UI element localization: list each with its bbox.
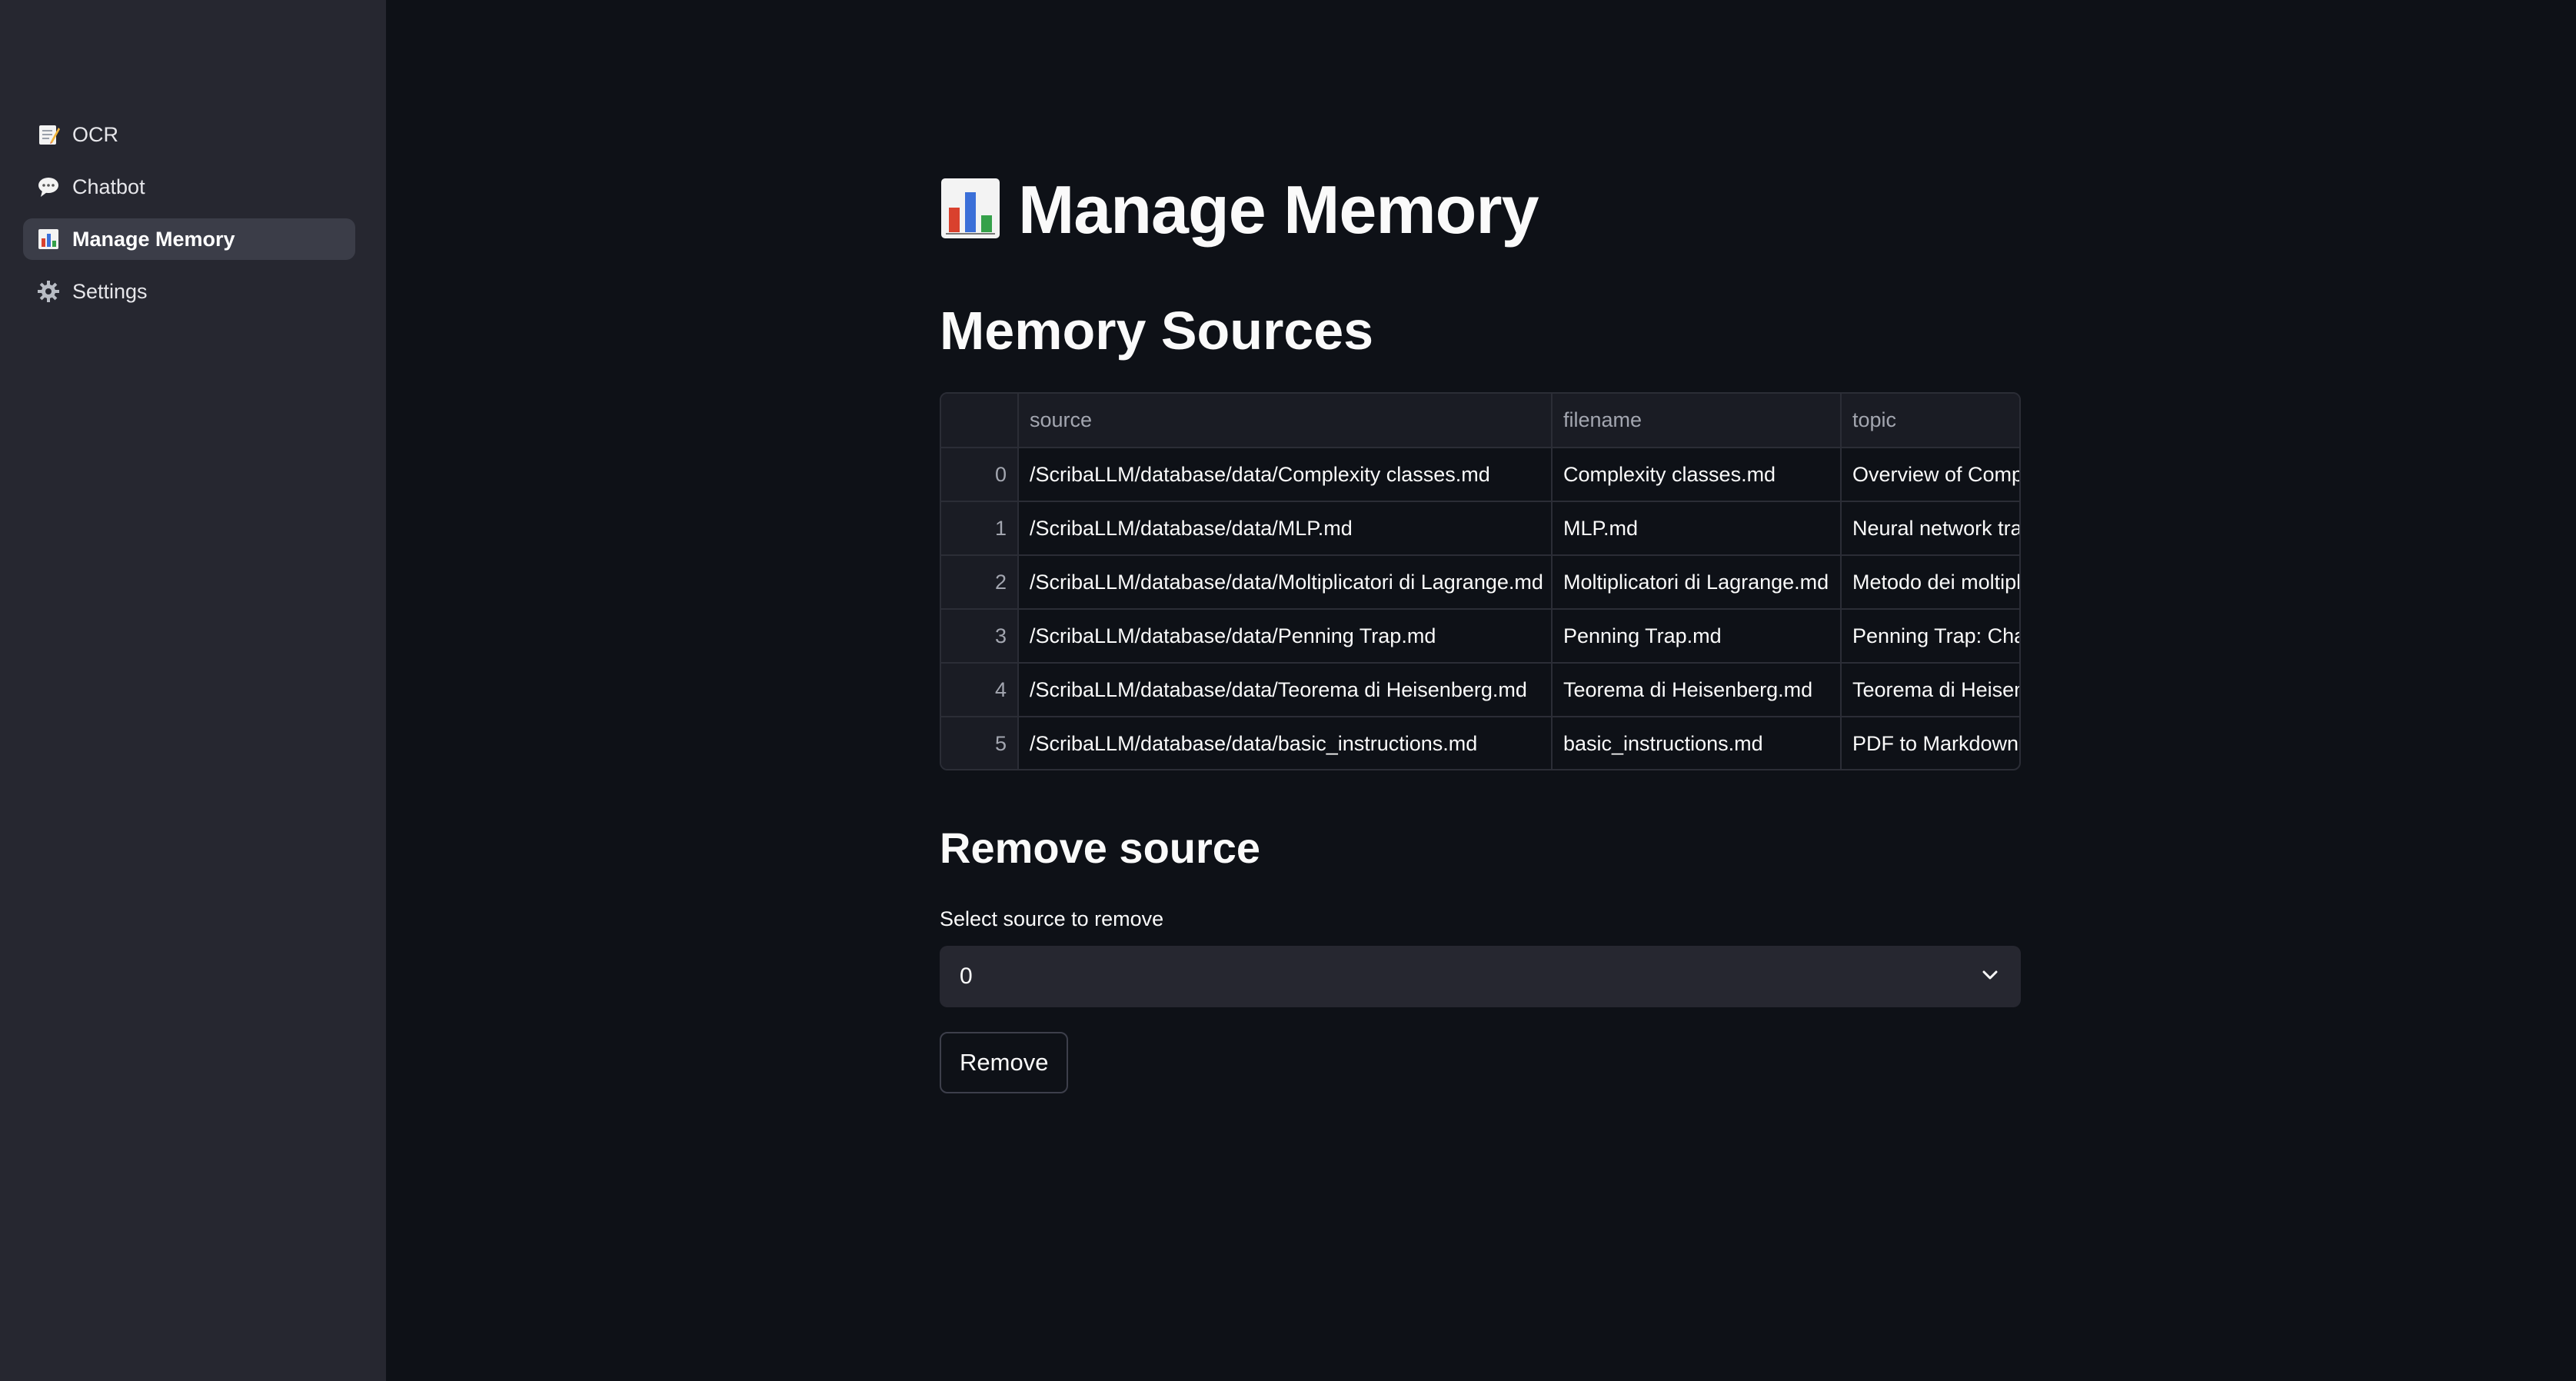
table-row: 5 /ScribaLLM/database/data/basic_instruc… [941,717,2019,769]
sidebar-nav: OCR Chatbot Manage Memory Settings [23,114,355,323]
table-row: 1 /ScribaLLM/database/data/MLP.md MLP.md… [941,501,2019,556]
page-title-text: Manage Memory [1018,171,1539,248]
sidebar-item-manage-memory[interactable]: Manage Memory [23,218,355,260]
memo-icon [35,121,62,148]
table-header-row: source filename topic [941,394,2019,448]
source-select[interactable]: 0 [940,946,2021,1007]
row-index[interactable]: 3 [941,609,1019,664]
row-index[interactable]: 0 [941,448,1019,502]
bar-chart-icon [940,175,1018,245]
remove-source-heading: Remove source [940,824,1261,872]
cell-source[interactable]: /ScribaLLM/database/data/Teorema di Heis… [1018,663,1553,717]
column-header-topic[interactable]: topic [1841,394,2019,448]
chevron-down-icon [1979,964,2001,990]
select-value: 0 [960,963,973,989]
sidebar-item-label: Chatbot [72,175,145,198]
bar-chart-icon [35,226,62,252]
row-index[interactable]: 1 [941,501,1019,556]
column-header-source[interactable]: source [1018,394,1553,448]
cell-source[interactable]: /ScribaLLM/database/data/basic_instructi… [1018,717,1553,769]
table-row: 3 /ScribaLLM/database/data/Penning Trap.… [941,609,2019,664]
row-index[interactable]: 2 [941,555,1019,610]
cell-source[interactable]: /ScribaLLM/database/data/Complexity clas… [1018,448,1553,502]
cell-topic[interactable]: Neural network tra [1841,501,2019,556]
cell-filename[interactable]: basic_instructions.md [1552,717,1842,769]
sidebar-item-ocr[interactable]: OCR [23,114,355,155]
select-source-label: Select source to remove [940,907,1164,930]
gear-icon [35,278,62,304]
speech-bubble-icon [35,174,62,200]
sources-table[interactable]: source filename topic 0 /ScribaLLM/datab… [940,392,2021,770]
sidebar: OCR Chatbot Manage Memory Settings [0,0,386,1381]
table-row: 2 /ScribaLLM/database/data/Moltiplicator… [941,555,2019,610]
table-row: 0 /ScribaLLM/database/data/Complexity cl… [941,448,2019,502]
cell-topic[interactable]: Teorema di Heisen [1841,663,2019,717]
cell-source[interactable]: /ScribaLLM/database/data/MLP.md [1018,501,1553,556]
cell-topic[interactable]: Penning Trap: Char [1841,609,2019,664]
cell-source[interactable]: /ScribaLLM/database/data/Penning Trap.md [1018,609,1553,664]
remove-button[interactable]: Remove [940,1032,1069,1093]
cell-source[interactable]: /ScribaLLM/database/data/Moltiplicatori … [1018,555,1553,610]
sidebar-item-label: Settings [72,279,148,303]
sidebar-item-label: Manage Memory [72,227,235,251]
cell-topic[interactable]: Overview of Compu [1841,448,2019,502]
app-root: OCR Chatbot Manage Memory Settings Manag… [0,0,2576,1381]
row-index[interactable]: 4 [941,663,1019,717]
row-index[interactable]: 5 [941,717,1019,769]
table-row: 4 /ScribaLLM/database/data/Teorema di He… [941,663,2019,717]
memory-sources-heading: Memory Sources [940,301,1374,361]
cell-filename[interactable]: Moltiplicatori di Lagrange.md [1552,555,1842,610]
cell-topic[interactable]: Metodo dei moltipl [1841,555,2019,610]
cell-topic[interactable]: PDF to Markdown C [1841,717,2019,769]
sidebar-item-label: OCR [72,122,118,146]
cell-filename[interactable]: MLP.md [1552,501,1842,556]
column-header-index[interactable] [941,394,1019,448]
sidebar-item-chatbot[interactable]: Chatbot [23,166,355,208]
cell-filename[interactable]: Teorema di Heisenberg.md [1552,663,1842,717]
cell-filename[interactable]: Penning Trap.md [1552,609,1842,664]
page-title: Manage Memory [940,168,1539,252]
cell-filename[interactable]: Complexity classes.md [1552,448,1842,502]
sidebar-item-settings[interactable]: Settings [23,271,355,312]
column-header-filename[interactable]: filename [1552,394,1842,448]
